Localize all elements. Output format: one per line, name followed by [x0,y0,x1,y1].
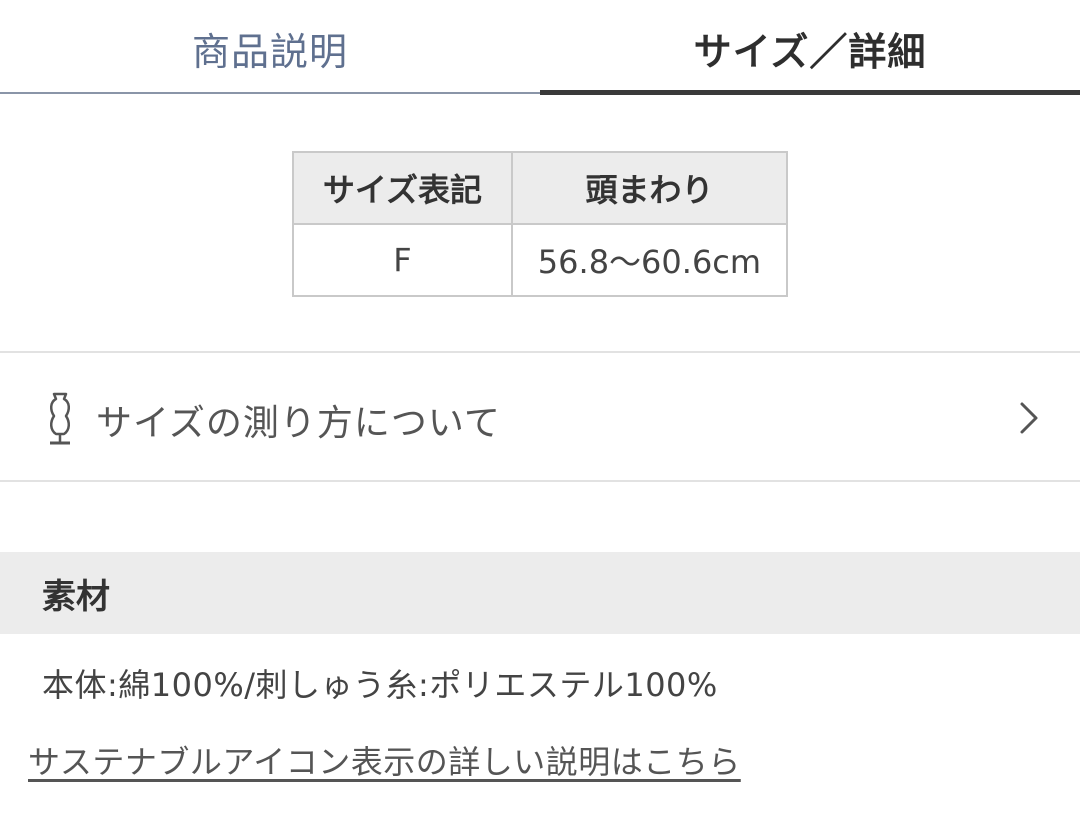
size-table: サイズ表記 頭まわり F 56.8〜60.6cm [292,151,789,297]
tab-underline-inactive [0,92,540,94]
table-row: F 56.8〜60.6cm [292,223,789,297]
how-to-measure-link[interactable]: サイズの測り方について [0,354,1080,480]
tab-product-description[interactable]: 商品説明 [0,0,540,96]
table-header-head-circumference: 頭まわり [510,151,789,225]
divider [0,351,1080,353]
tab-size-details[interactable]: サイズ／詳細 [540,0,1080,96]
material-heading: 素材 [0,552,1080,634]
tab-underline-active [540,90,1080,95]
sustainable-icon-info-link[interactable]: サステナブルアイコン表示の詳しい説明はこちら [28,737,741,783]
material-text: 本体:綿100%/刺しゅう糸:ポリエステル100% [42,666,718,704]
table-cell-head-circumference: 56.8〜60.6cm [510,223,789,297]
mannequin-icon [50,392,70,445]
how-to-measure-label: サイズの測り方について [96,403,501,444]
tab-bar: 商品説明 サイズ／詳細 [0,0,1080,96]
chevron-right-icon [1020,402,1038,434]
table-header-row: サイズ表記 頭まわり [292,151,789,225]
table-cell-size: F [292,223,513,297]
table-header-size-label: サイズ表記 [292,151,513,225]
divider [0,480,1080,482]
